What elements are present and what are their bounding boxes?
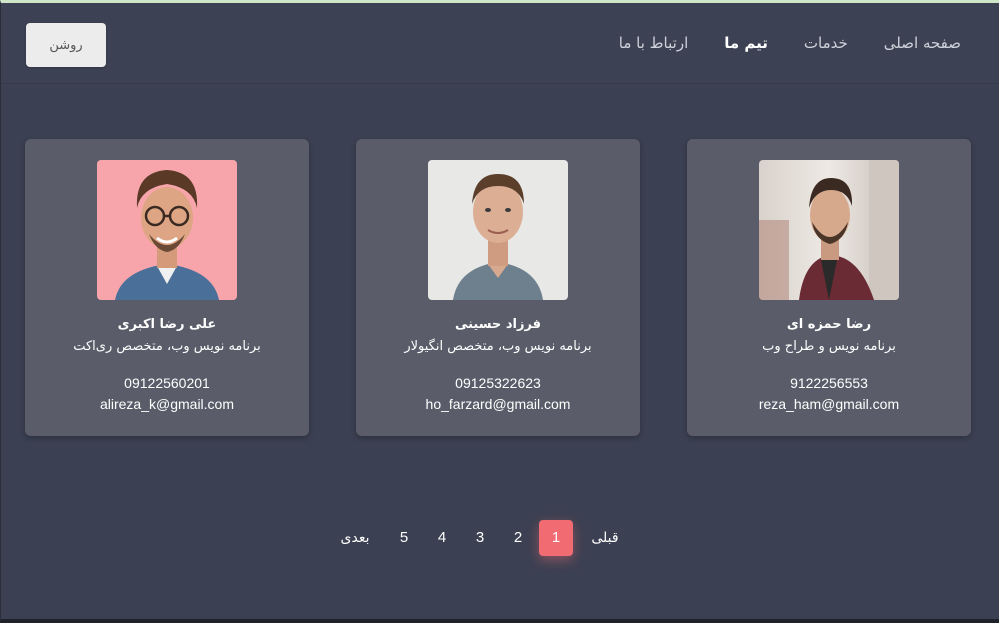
member-email: reza_ham@gmail.com bbox=[758, 396, 900, 412]
member-role: برنامه نویس وب، متخصص ری‌اکت bbox=[73, 339, 261, 354]
avatar-photo-farzad bbox=[428, 160, 568, 300]
nav-item-home[interactable]: صفحه اصلی bbox=[884, 34, 961, 52]
member-name: رضا حمزه ای bbox=[786, 317, 872, 332]
member-phone: 09125322623 bbox=[455, 375, 541, 391]
avatar bbox=[428, 160, 568, 300]
member-role: برنامه نویس وب، متخصص انگیولار bbox=[404, 339, 592, 354]
member-email: ho_farzard@gmail.com bbox=[425, 396, 571, 412]
member-name: فرزاد حسینی bbox=[454, 317, 542, 332]
member-role: برنامه نویس و طراح وب bbox=[762, 339, 896, 354]
pagination-page-5[interactable]: 5 bbox=[392, 520, 416, 556]
team-card: رضا حمزه ای برنامه نویس و طراح وب 912225… bbox=[687, 139, 971, 436]
avatar bbox=[97, 160, 237, 300]
main-nav: صفحه اصلی خدمات تیم ما ارتباط با ما bbox=[619, 3, 961, 83]
pagination-prev[interactable]: قبلی bbox=[587, 520, 623, 556]
avatar-photo-reza bbox=[759, 160, 899, 300]
nav-item-contact[interactable]: ارتباط با ما bbox=[619, 34, 688, 52]
pagination-page-1[interactable]: 1 bbox=[539, 520, 573, 556]
pagination-page-4[interactable]: 4 bbox=[430, 520, 454, 556]
pagination-page-3[interactable]: 3 bbox=[468, 520, 492, 556]
member-phone: 09122560201 bbox=[124, 375, 210, 391]
theme-toggle-button[interactable]: روشن bbox=[26, 23, 106, 67]
team-card: فرزاد حسینی برنامه نویس وب، متخصص انگیول… bbox=[356, 139, 640, 436]
nav-item-services[interactable]: خدمات bbox=[804, 34, 848, 52]
member-email: alireza_k@gmail.com bbox=[99, 396, 235, 412]
member-name: علی رضا اکبری bbox=[117, 317, 217, 332]
pagination: قبلی 1 2 3 4 5 بعدی bbox=[1, 520, 999, 556]
app-frame: روشن صفحه اصلی خدمات تیم ما ارتباط با ما bbox=[0, 0, 999, 623]
member-phone: 9122256553 bbox=[790, 375, 868, 391]
team-card: علی رضا اکبری برنامه نویس وب، متخصص ری‌ا… bbox=[25, 139, 309, 436]
avatar-photo-alireza bbox=[97, 160, 237, 300]
team-cards: رضا حمزه ای برنامه نویس و طراح وب 912225… bbox=[25, 139, 971, 436]
pagination-next[interactable]: بعدی bbox=[335, 520, 375, 556]
avatar bbox=[759, 160, 899, 300]
top-navbar: روشن صفحه اصلی خدمات تیم ما ارتباط با ما bbox=[1, 3, 999, 84]
nav-item-team[interactable]: تیم ما bbox=[724, 34, 768, 52]
pagination-page-2[interactable]: 2 bbox=[506, 520, 530, 556]
